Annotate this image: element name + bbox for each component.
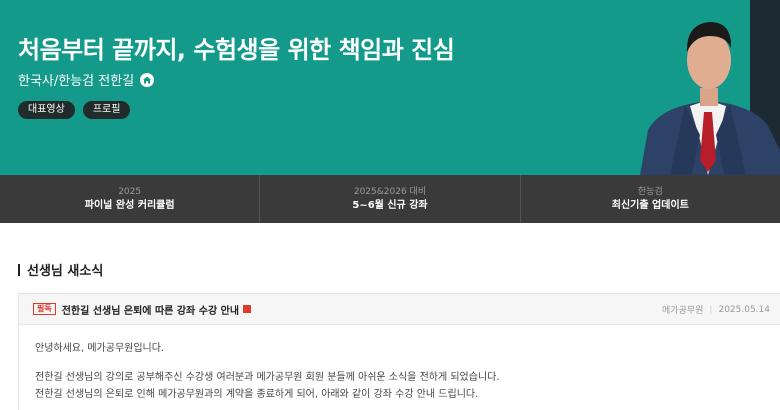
teacher-name: 한국사/한능검 전한길 <box>18 74 135 89</box>
nav-item-main-label: 파이널 완성 커리큘럼 <box>84 199 175 211</box>
nav-item-top-label: 2025&2026 대비 <box>353 186 427 197</box>
nav-item-top-label: 2025 <box>118 186 142 197</box>
section-heading: 선생님 새소식 <box>18 260 103 279</box>
home-icon[interactable] <box>140 72 155 87</box>
video-tag-button[interactable]: 대표영상 <box>18 101 75 119</box>
notice-meta: 메가공무원 | 2025.05.14 <box>662 294 770 325</box>
notice-paragraph: 전한길 선생님의 강의로 공부해주신 수강생 여러분과 메가공무원 회원 분들께… <box>35 372 500 383</box>
notice-paragraph: 안녕하세요, 메가공무원입니다. <box>35 343 165 354</box>
notice-post: 필독 전한길 선생님 은퇴에 따른 강좌 수강 안내 메가공무원 | 2025.… <box>18 293 780 410</box>
teacher-portrait <box>630 0 780 175</box>
nav-item-main-label: 최신기출 업데이트 <box>611 199 689 211</box>
new-icon <box>243 305 252 313</box>
nav-item-new-courses[interactable]: 2025&2026 대비 5~6월 신규 강좌 <box>260 175 521 223</box>
notice-date: 2025.05.14 <box>718 304 770 315</box>
section-title-text: 선생님 새소식 <box>27 264 104 279</box>
notice-paragraph: 전한길 선생님의 은퇴로 인해 메가공무원과의 계약을 종료하게 되어, 아래와… <box>35 389 479 400</box>
promo-nav-bar: 2025 파이널 완성 커리큘럼 2025&2026 대비 5~6월 신규 강좌… <box>0 175 780 223</box>
nav-item-curriculum[interactable]: 2025 파이널 완성 커리큘럼 <box>0 175 261 223</box>
meta-divider: | <box>709 304 713 315</box>
must-read-badge: 필독 <box>33 303 56 315</box>
notice-body: 안녕하세요, 메가공무원입니다. 전한길 선생님의 강의로 공부해주신 수강생 … <box>19 325 780 403</box>
teacher-subtitle: 한국사/한능검 전한길 <box>18 70 155 89</box>
nav-item-past-exams[interactable]: 한능검 최신기출 업데이트 <box>521 175 780 223</box>
nav-item-top-label: 한능검 <box>637 186 663 197</box>
hero-tags: 대표영상 프로필 <box>18 101 131 119</box>
notice-header: 필독 전한길 선생님 은퇴에 따른 강좌 수강 안내 메가공무원 | 2025.… <box>19 294 780 325</box>
heading-bar <box>18 263 20 276</box>
profile-tag-button[interactable]: 프로필 <box>82 101 131 119</box>
notice-title-link[interactable]: 전한길 선생님 은퇴에 따른 강좌 수강 안내 <box>62 302 239 317</box>
nav-item-main-label: 5~6월 신규 강좌 <box>352 199 428 211</box>
notice-author: 메가공무원 <box>662 306 704 316</box>
hero-title: 처음부터 끝까지, 수험생을 위한 책임과 진심 <box>18 36 455 64</box>
hero-banner: 처음부터 끝까지, 수험생을 위한 책임과 진심 한국사/한능검 전한길 대표영… <box>0 0 780 175</box>
